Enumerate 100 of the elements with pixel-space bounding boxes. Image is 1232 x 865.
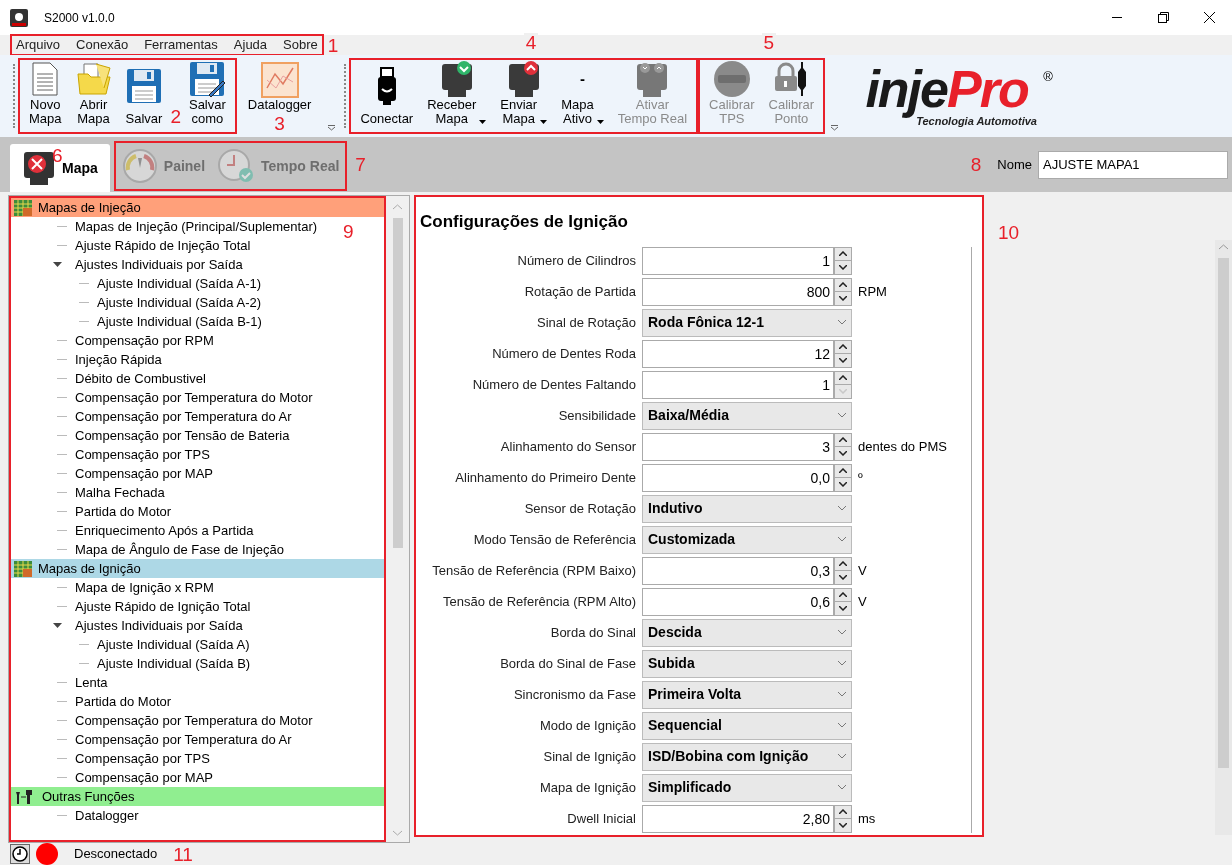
number-field[interactable]: 3	[642, 432, 834, 461]
unit-label: RPM	[858, 282, 887, 301]
number-field[interactable]: 800	[642, 277, 834, 306]
tree-item[interactable]: Compensação por MAP	[75, 463, 213, 484]
dropdown-field[interactable]: Simplificado	[642, 773, 852, 802]
dropdown-field[interactable]: Indutivo	[642, 494, 852, 523]
chevron-down-icon	[839, 481, 847, 487]
field-label: Sensibilidade	[557, 406, 637, 425]
map-grid-icon	[14, 560, 32, 577]
tree-item[interactable]: Compensação por MAP	[75, 767, 213, 788]
toolbar-button[interactable]: Salvar	[119, 60, 169, 126]
tree-item[interactable]: Compensação por Temperatura do Motor	[75, 710, 313, 731]
tree-item[interactable]: Ajuste Individual (Saída B)	[97, 653, 251, 674]
active-map-value: -	[579, 68, 585, 89]
folder-icon	[75, 62, 112, 96]
dropdown-field[interactable]: Sequencial	[642, 711, 852, 740]
unit-label: V	[858, 592, 867, 611]
tree-item[interactable]: Compensação por Temperatura do Ar	[75, 406, 292, 427]
tree-item[interactable]: Partida do Motor	[75, 691, 172, 712]
toolbar-button[interactable]: Receber Mapa	[421, 60, 493, 126]
field-label: Número de Dentes Faltando	[471, 375, 637, 394]
toolbar-button[interactable]: Salvar como	[182, 60, 232, 126]
clock-check-icon	[217, 148, 256, 184]
tree-item[interactable]: Compensação por Temperatura do Ar	[75, 729, 292, 750]
tree-item[interactable]: Ajuste Individual (Saída B-1)	[97, 311, 262, 332]
chevron-up-icon	[839, 809, 847, 815]
field-label: Borda do Sinal	[549, 623, 637, 642]
tree-item[interactable]: Datalogger	[75, 805, 139, 826]
toolbar-button[interactable]: Novo Mapa	[23, 60, 68, 126]
scrollbar-thumb[interactable]	[392, 218, 403, 548]
annotation-number: 8	[970, 155, 982, 174]
overflow-chevron-icon[interactable]	[328, 125, 336, 131]
tree-item[interactable]: Compensação por RPM	[75, 330, 214, 351]
chevron-down-icon	[839, 574, 847, 580]
number-field[interactable]: 0,6	[642, 587, 834, 616]
tree-item[interactable]: Ajuste Individual (Saída A-1)	[97, 273, 262, 294]
chevron-down-icon	[839, 450, 847, 456]
dropdown-field[interactable]: Descida	[642, 618, 852, 647]
scrollbar-thumb[interactable]	[1218, 258, 1229, 768]
tree-item[interactable]: Malha Fechada	[75, 482, 165, 503]
tree-section-header[interactable]: Outras Funções	[11, 787, 384, 806]
tree-item[interactable]: Mapas de Injeção (Principal/Suplementar)	[75, 216, 318, 237]
dropdown-field[interactable]: Subida	[642, 649, 852, 678]
tree-item[interactable]: Enriquecimento Após a Partida	[75, 520, 254, 541]
brand-logo: injePro Tecnologia Automotiva ®	[864, 58, 1054, 129]
number-field[interactable]: 1	[642, 246, 834, 275]
tree-section-header[interactable]: Mapas de Injeção	[11, 198, 384, 217]
gauge-icon	[121, 148, 158, 184]
number-field[interactable]: 0,3	[642, 556, 834, 585]
tree-item[interactable]: Compensação por TPS	[75, 748, 210, 769]
scrollbar[interactable]	[1215, 240, 1232, 835]
dropdown-field[interactable]: Roda Fônica 12-1	[642, 308, 852, 337]
menu-item[interactable]: Ferramentas	[144, 35, 218, 55]
menu-item[interactable]: Sobre	[283, 35, 318, 55]
dropdown-caret-icon	[596, 120, 604, 124]
field-label: Mapa de Ignição	[538, 778, 637, 797]
menu-item[interactable]: Arquivo	[16, 35, 61, 55]
dropdown-field[interactable]: Baixa/Média	[642, 401, 852, 430]
menu-item[interactable]: Ajuda	[233, 35, 268, 55]
tree-item[interactable]: Mapa de Ângulo de Fase de Injeção	[75, 539, 284, 560]
tree-item[interactable]: Ajustes Individuais por Saída	[75, 615, 243, 636]
scrollbar[interactable]	[386, 196, 409, 842]
status-text: Desconectado	[74, 845, 158, 864]
toolbar-button[interactable]: Abrir Mapa	[69, 60, 118, 126]
tree-item[interactable]: Ajuste Individual (Saída A)	[97, 634, 250, 655]
name-field[interactable]: AJUSTE MAPA1	[1038, 150, 1228, 179]
number-field[interactable]: 2,80	[642, 804, 834, 833]
chevron-down-icon	[838, 723, 846, 728]
tree-item[interactable]: Compensação por TPS	[75, 444, 210, 465]
annotation-number: 9	[343, 222, 354, 241]
tree-item[interactable]: Compensação por Tensão de Bateria	[75, 425, 290, 446]
tree-section-header[interactable]: Mapas de Ignição	[11, 559, 384, 578]
tree-item[interactable]: Compensação por Temperatura do Motor	[75, 387, 313, 408]
number-field[interactable]: 0,0	[642, 463, 834, 492]
tree-item[interactable]: Ajuste Individual (Saída A-2)	[97, 292, 262, 313]
field-label: Número de Dentes Roda	[491, 344, 637, 363]
tree-item[interactable]: Ajuste Rápido de Ignição Total	[75, 596, 251, 617]
toolbar-button[interactable]: Enviar Mapa	[494, 60, 554, 126]
dropdown-field[interactable]: ISD/Bobina com Ignição	[642, 742, 852, 771]
tree-item[interactable]: Lenta	[75, 672, 108, 693]
menu-item[interactable]: Conexão	[76, 35, 129, 55]
number-field[interactable]: 12	[642, 339, 834, 368]
toolbar-button[interactable]: Conectar	[354, 60, 420, 126]
tree-item[interactable]: Ajustes Individuais por Saída	[75, 254, 243, 275]
chevron-down-icon	[839, 295, 847, 301]
toolbar-button[interactable]: - Mapa Ativo	[555, 60, 610, 126]
field-label: Modo Tensão de Referência	[472, 530, 637, 549]
usb-plug-icon	[375, 67, 398, 105]
field-label: Tensão de Referência (RPM Baixo)	[431, 561, 637, 580]
tree-item[interactable]: Partida do Motor	[75, 501, 172, 522]
chevron-down-icon	[838, 537, 846, 542]
tree-item[interactable]: Ajuste Rápido de Injeção Total	[75, 235, 251, 256]
overflow-chevron-icon[interactable]	[831, 125, 839, 131]
toolbar-button[interactable]: Datalogger	[241, 62, 318, 112]
tree-item[interactable]: Mapa de Ignição x RPM	[75, 577, 214, 598]
tree-item[interactable]: Débito de Combustivel	[75, 368, 206, 389]
dropdown-field[interactable]: Primeira Volta	[642, 680, 852, 709]
dropdown-field[interactable]: Customizada	[642, 525, 852, 554]
tree-item[interactable]: Injeção Rápida	[75, 349, 162, 370]
number-field[interactable]: 1	[642, 370, 834, 399]
